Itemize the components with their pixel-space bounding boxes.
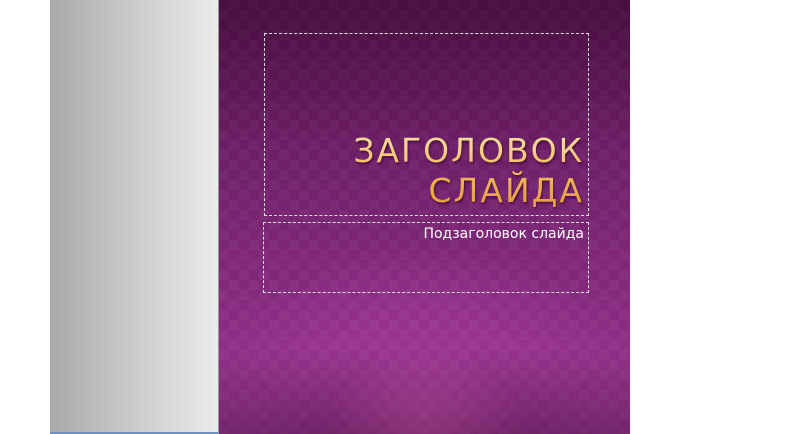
slide-title-line-2: СЛАЙДА [428, 171, 584, 210]
title-placeholder[interactable]: ЗАГОЛОВОК СЛАЙДА [264, 33, 589, 216]
slide-title: ЗАГОЛОВОК СЛАЙДА [353, 131, 584, 211]
subtitle-placeholder[interactable]: Подзаголовок слайда [263, 222, 589, 293]
slide-title-line-1: ЗАГОЛОВОК [353, 131, 584, 170]
presentation-editor-view: ЗАГОЛОВОК СЛАЙДА Подзаголовок слайда [0, 0, 800, 434]
slide-subtitle: Подзаголовок слайда [423, 226, 584, 242]
slide-canvas[interactable]: ЗАГОЛОВОК СЛАЙДА Подзаголовок слайда [219, 0, 630, 434]
slide-thumbnail-pane[interactable] [50, 0, 219, 434]
